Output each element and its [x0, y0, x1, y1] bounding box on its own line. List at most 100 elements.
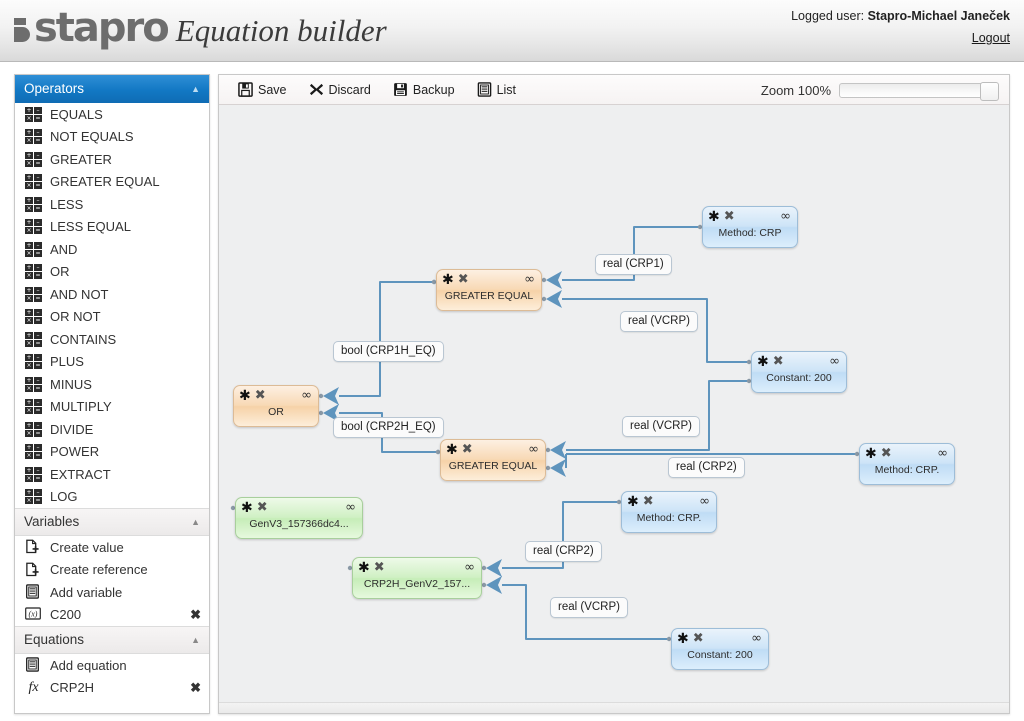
operator-item-greater-equal[interactable]: + – × = GREATER EQUAL — [15, 171, 209, 194]
operator-item-power[interactable]: + – × = POWER — [15, 441, 209, 464]
operator-item-minus[interactable]: + – × = MINUS — [15, 373, 209, 396]
node-close-icon[interactable]: ✖ — [724, 210, 735, 223]
delete-icon[interactable]: ✖ — [190, 607, 201, 623]
node-port[interactable] — [481, 582, 487, 588]
operator-grid-icon: + – × = — [25, 151, 42, 167]
edge-label[interactable]: real (VCRP) — [550, 597, 628, 618]
node-port[interactable] — [318, 410, 324, 416]
edge-label[interactable]: real (VCRP) — [622, 416, 700, 437]
discard-button[interactable]: Discard — [306, 80, 374, 99]
panel-header-operators[interactable]: Operators ▲ — [15, 75, 209, 103]
node-settings-icon[interactable]: ✱ — [708, 210, 720, 224]
panel-header-equations[interactable]: Equations ▲ — [15, 626, 209, 654]
equation-node[interactable]: ✱ ✖ ∞ Constant: 200 — [751, 351, 847, 393]
list-button[interactable]: List — [474, 80, 519, 99]
backup-button[interactable]: Backup — [390, 80, 458, 99]
operator-item-greater[interactable]: + – × = GREATER — [15, 148, 209, 171]
node-settings-icon[interactable]: ✱ — [239, 389, 251, 403]
equation-node[interactable]: ✱ ✖ ∞ GREATER EQUAL — [436, 269, 542, 311]
edge-label[interactable]: real (CRP1) — [595, 254, 672, 275]
node-close-icon[interactable]: ✖ — [881, 447, 892, 460]
equation-node[interactable]: ✱ ✖ ∞ Method: CRP — [702, 206, 798, 248]
edge-label[interactable]: real (CRP2) — [668, 457, 745, 478]
node-settings-icon[interactable]: ✱ — [241, 501, 253, 515]
operator-item-not-equals[interactable]: + – × = NOT EQUALS — [15, 126, 209, 149]
node-settings-icon[interactable]: ✱ — [865, 447, 877, 461]
equation-node[interactable]: ✱ ✖ ∞ CRP2H_GenV2_157... — [352, 557, 482, 599]
node-infinity-icon[interactable]: ∞ — [524, 272, 535, 287]
node-infinity-icon[interactable]: ∞ — [464, 560, 475, 575]
node-settings-icon[interactable]: ✱ — [757, 355, 769, 369]
node-infinity-icon[interactable]: ∞ — [829, 354, 840, 369]
node-port[interactable] — [318, 393, 324, 399]
edge-label[interactable]: real (CRP2) — [525, 541, 602, 562]
variables-item-c200[interactable]: (x) C200 ✖ — [15, 604, 209, 627]
variables-item-add-variable[interactable]: Add variable — [15, 581, 209, 604]
node-close-icon[interactable]: ✖ — [773, 355, 784, 368]
operator-item-log[interactable]: + – × = LOG — [15, 486, 209, 509]
node-close-icon[interactable]: ✖ — [693, 632, 704, 645]
node-close-icon[interactable]: ✖ — [462, 443, 473, 456]
node-port[interactable] — [541, 296, 547, 302]
node-port[interactable] — [545, 447, 551, 453]
edge-label[interactable]: bool (CRP1H_EQ) — [333, 341, 444, 362]
node-settings-icon[interactable]: ✱ — [627, 495, 639, 509]
node-infinity-icon[interactable]: ∞ — [301, 388, 312, 403]
variables-item-create-reference[interactable]: Create reference — [15, 559, 209, 582]
operator-item-less-equal[interactable]: + – × = LESS EQUAL — [15, 216, 209, 239]
logout-link[interactable]: Logout — [791, 31, 1010, 45]
item-label: Add equation — [50, 657, 127, 673]
operator-grid-icon: + – × = — [25, 444, 42, 460]
node-port[interactable] — [481, 565, 487, 571]
node-settings-icon[interactable]: ✱ — [442, 273, 454, 287]
node-close-icon[interactable]: ✖ — [374, 561, 385, 574]
operator-item-plus[interactable]: + – × = PLUS — [15, 351, 209, 374]
equation-node[interactable]: ✱ ✖ ∞ Method: CRP. — [621, 491, 717, 533]
operator-item-equals[interactable]: + – × = EQUALS — [15, 103, 209, 126]
node-close-icon[interactable]: ✖ — [643, 495, 654, 508]
operator-item-multiply[interactable]: + – × = MULTIPLY — [15, 396, 209, 419]
operator-item-or[interactable]: + – × = OR — [15, 261, 209, 284]
node-infinity-icon[interactable]: ∞ — [780, 209, 791, 224]
node-port[interactable] — [541, 277, 547, 283]
operator-item-contains[interactable]: + – × = CONTAINS — [15, 328, 209, 351]
zoom-slider[interactable] — [839, 81, 999, 101]
equation-node[interactable]: ✱ ✖ ∞ OR — [233, 385, 319, 427]
node-close-icon[interactable]: ✖ — [255, 389, 266, 402]
equation-node[interactable]: ✱ ✖ ∞ Constant: 200 — [671, 628, 769, 670]
canvas-toolbar: Save Discard Backup List Zoom 100% — [219, 75, 1009, 105]
node-infinity-icon[interactable]: ∞ — [345, 500, 356, 515]
node-close-icon[interactable]: ✖ — [257, 501, 268, 514]
operator-item-less[interactable]: + – × = LESS — [15, 193, 209, 216]
operator-item-or-not[interactable]: + – × = OR NOT — [15, 306, 209, 329]
operator-item-divide[interactable]: + – × = DIVIDE — [15, 418, 209, 441]
edge-label[interactable]: real (VCRP) — [620, 311, 698, 332]
equations-item-add-equation[interactable]: Add equation — [15, 654, 209, 677]
node-infinity-icon[interactable]: ∞ — [699, 494, 710, 509]
operator-item-and-not[interactable]: + – × = AND NOT — [15, 283, 209, 306]
operator-grid-icon: + – × = — [25, 354, 42, 370]
delete-icon[interactable]: ✖ — [190, 680, 201, 696]
node-infinity-icon[interactable]: ∞ — [528, 442, 539, 457]
operator-item-and[interactable]: + – × = AND — [15, 238, 209, 261]
equation-node[interactable]: ✱ ✖ ∞ Method: CRP. — [859, 443, 955, 485]
variables-item-create-value[interactable]: Create value — [15, 536, 209, 559]
operator-item-extract[interactable]: + – × = EXTRACT — [15, 463, 209, 486]
node-settings-icon[interactable]: ✱ — [446, 443, 458, 457]
node-settings-icon[interactable]: ✱ — [677, 632, 689, 646]
node-infinity-icon[interactable]: ∞ — [937, 446, 948, 461]
equations-item-crp2h[interactable]: fx CRP2H ✖ — [15, 677, 209, 700]
node-settings-icon[interactable]: ✱ — [358, 561, 370, 575]
operator-label: OR — [50, 264, 70, 280]
edge-label[interactable]: bool (CRP2H_EQ) — [333, 417, 444, 438]
panel-header-variables[interactable]: Variables ▲ — [15, 508, 209, 536]
zoom-slider-handle[interactable] — [980, 81, 999, 101]
node-infinity-icon[interactable]: ∞ — [751, 631, 762, 646]
node-port[interactable] — [545, 465, 551, 471]
save-button[interactable]: Save — [235, 80, 290, 99]
node-close-icon[interactable]: ✖ — [458, 273, 469, 286]
equation-canvas[interactable]: ✱ ✖ ∞ Method: CRP ✱ ✖ ∞ GREATER EQUAL ✱ ✖ ∞ Constan… — [219, 105, 1009, 713]
edge-arrowhead — [546, 290, 562, 308]
equation-node[interactable]: ✱ ✖ ∞ GREATER EQUAL — [440, 439, 546, 481]
equation-node[interactable]: ✱ ✖ ∞ GenV3_157366dc4... — [235, 497, 363, 539]
